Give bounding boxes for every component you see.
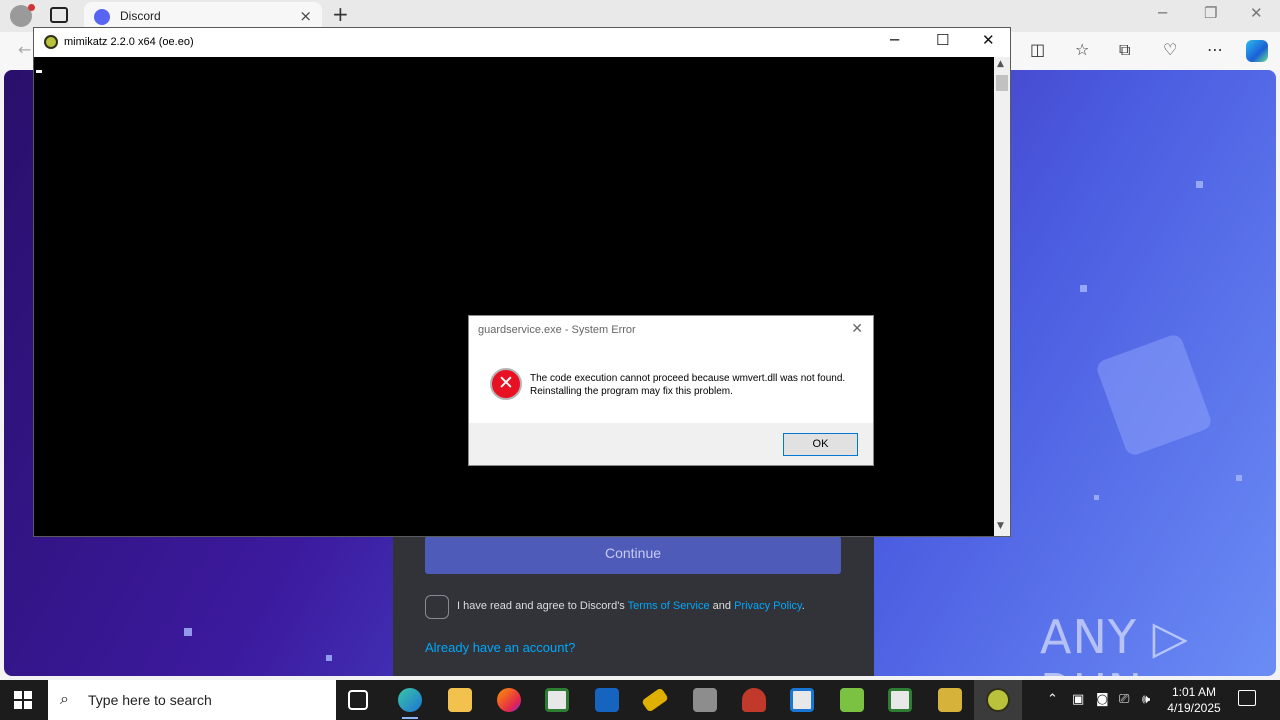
error-icon: ✕	[490, 368, 522, 400]
new-tab-button[interactable]: +	[332, 2, 349, 26]
tool-app-icon[interactable]	[641, 687, 669, 713]
dialog-footer: OK	[469, 423, 873, 465]
network-monitor-icon[interactable]: ▣	[1072, 692, 1084, 707]
system-error-dialog: guardservice.exe - System Error ✕ ✕ The …	[468, 315, 874, 466]
profile-avatar-icon[interactable]	[10, 4, 35, 27]
mimikatz-taskbar-button[interactable]	[974, 680, 1022, 720]
privacy-link[interactable]: Privacy Policy	[734, 600, 802, 612]
archive-app-icon[interactable]	[938, 688, 962, 712]
more-options-icon[interactable]: ⋯	[1207, 40, 1223, 59]
terms-link[interactable]: Terms of Service	[628, 600, 710, 612]
scroll-down-icon[interactable]: ▼	[997, 521, 1004, 531]
dialog-close-icon[interactable]: ✕	[851, 321, 863, 337]
app-window-icon[interactable]	[545, 688, 569, 712]
decor-star	[326, 655, 332, 661]
mimikatz-taskbar-icon	[986, 688, 1010, 712]
blue-window-app-icon[interactable]	[790, 688, 814, 712]
file-explorer-icon[interactable]	[448, 688, 472, 712]
tab-actions-icon[interactable]	[50, 7, 68, 23]
windows-start-icon[interactable]	[14, 691, 32, 709]
decor-star	[184, 628, 192, 636]
dialog-title: guardservice.exe - System Error	[478, 324, 636, 336]
anyrun-watermark: ANY ▷ RUN	[1040, 610, 1189, 676]
dialog-message: The code execution cannot proceed becaus…	[530, 373, 846, 397]
decor-star	[1236, 475, 1242, 481]
scroll-up-icon[interactable]: ▲	[997, 59, 1004, 69]
agree-prefix: I have read and agree to Discord's	[457, 600, 628, 612]
decor-star	[1094, 495, 1099, 500]
decor-star	[1196, 181, 1203, 188]
copilot-icon[interactable]	[1246, 40, 1268, 62]
volume-icon[interactable]: 🕪	[1142, 692, 1150, 707]
collections-icon[interactable]: ⧉	[1119, 40, 1130, 60]
tab-title: Discord	[120, 9, 161, 23]
scroll-thumb[interactable]	[996, 75, 1008, 91]
tos-agree-text: I have read and agree to Discord's Terms…	[457, 600, 805, 612]
notification-center-icon[interactable]	[1238, 690, 1256, 706]
agree-suffix: .	[801, 600, 805, 612]
login-link[interactable]: Already have an account?	[425, 640, 575, 655]
search-icon: ⌕	[60, 689, 69, 708]
mimikatz-icon	[44, 35, 58, 49]
console-maximize-icon[interactable]: ☐	[936, 31, 949, 49]
camera-icon[interactable]: ◙	[1096, 692, 1109, 707]
search-placeholder: Type here to search	[88, 692, 212, 708]
continue-button[interactable]: Continue	[425, 536, 841, 574]
task-view-icon[interactable]	[348, 690, 368, 710]
close-window-icon[interactable]: ✕	[1250, 4, 1263, 22]
console-titlebar[interactable]: mimikatz 2.2.0 x64 (oe.eo) ─ ☐ ✕	[34, 28, 1010, 57]
decor-crystal	[1094, 332, 1214, 458]
disk-app-icon[interactable]	[693, 688, 717, 712]
back-icon[interactable]: ←	[18, 40, 31, 59]
console-title: mimikatz 2.2.0 x64 (oe.eo)	[64, 36, 194, 48]
browser-essentials-icon[interactable]: ♡	[1163, 40, 1177, 59]
close-tab-icon[interactable]: ×	[299, 7, 312, 25]
console-cursor	[36, 70, 42, 73]
notepad-app-icon[interactable]	[840, 688, 864, 712]
network-icon[interactable]: ⎚	[1119, 692, 1129, 707]
edge-running-indicator	[402, 717, 418, 719]
tos-checkbox[interactable]	[425, 595, 449, 619]
ok-button[interactable]: OK	[783, 433, 858, 456]
taskbar-clock[interactable]: 1:01 AM 4/19/2025	[1166, 684, 1222, 716]
wizard-app-icon[interactable]	[742, 688, 766, 712]
restore-icon[interactable]: ❐	[1204, 4, 1217, 22]
favorites-icon[interactable]: ☆	[1075, 40, 1089, 59]
register-form-panel: Continue I have read and agree to Discor…	[393, 536, 874, 676]
monitor-app-icon[interactable]	[595, 688, 619, 712]
console-close-icon[interactable]: ✕	[982, 31, 995, 49]
green-window-app-icon[interactable]	[888, 688, 912, 712]
taskbar-search-box[interactable]: ⌕ Type here to search	[48, 680, 336, 720]
decor-star	[1080, 285, 1087, 292]
discord-favicon-icon	[94, 9, 110, 25]
minimize-icon[interactable]: ─	[1158, 4, 1167, 22]
clock-time: 1:01 AM	[1171, 685, 1217, 699]
console-minimize-icon[interactable]: ─	[890, 31, 899, 49]
show-hidden-icons-icon[interactable]: ⌃	[1047, 692, 1058, 707]
firefox-icon[interactable]	[497, 688, 521, 712]
console-scrollbar[interactable]: ▲ ▼	[994, 57, 1010, 536]
windows-taskbar: ⌕ Type here to search ⌃ ▣ ◙ ⎚ 🕪 1:01 AM …	[0, 680, 1280, 720]
edge-app-icon[interactable]	[398, 688, 422, 712]
agree-and: and	[709, 600, 735, 612]
clock-date: 4/19/2025	[1167, 701, 1221, 715]
split-screen-icon[interactable]: ◫	[1030, 40, 1045, 59]
